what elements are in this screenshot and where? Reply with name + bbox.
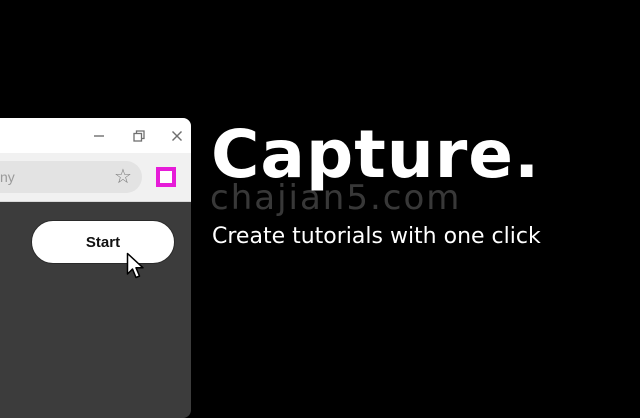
browser-titlebar	[0, 118, 191, 153]
hero-subtitle: Create tutorials with one click	[212, 224, 541, 249]
star-icon[interactable]: ☆	[111, 165, 135, 189]
address-bar[interactable]: ny ☆	[0, 161, 142, 193]
start-button[interactable]: Start	[31, 220, 175, 264]
minimize-icon[interactable]	[89, 126, 109, 146]
hero-headline: Capture.	[211, 116, 541, 193]
restore-icon[interactable]	[129, 126, 149, 146]
browser-window: ny ☆ Start	[0, 118, 191, 418]
capture-extension-icon[interactable]	[156, 167, 176, 187]
close-icon[interactable]	[167, 126, 187, 146]
address-bar-text: ny	[0, 169, 15, 185]
pointer-cursor-icon	[126, 252, 144, 279]
browser-toolbar: ny ☆	[0, 153, 191, 202]
